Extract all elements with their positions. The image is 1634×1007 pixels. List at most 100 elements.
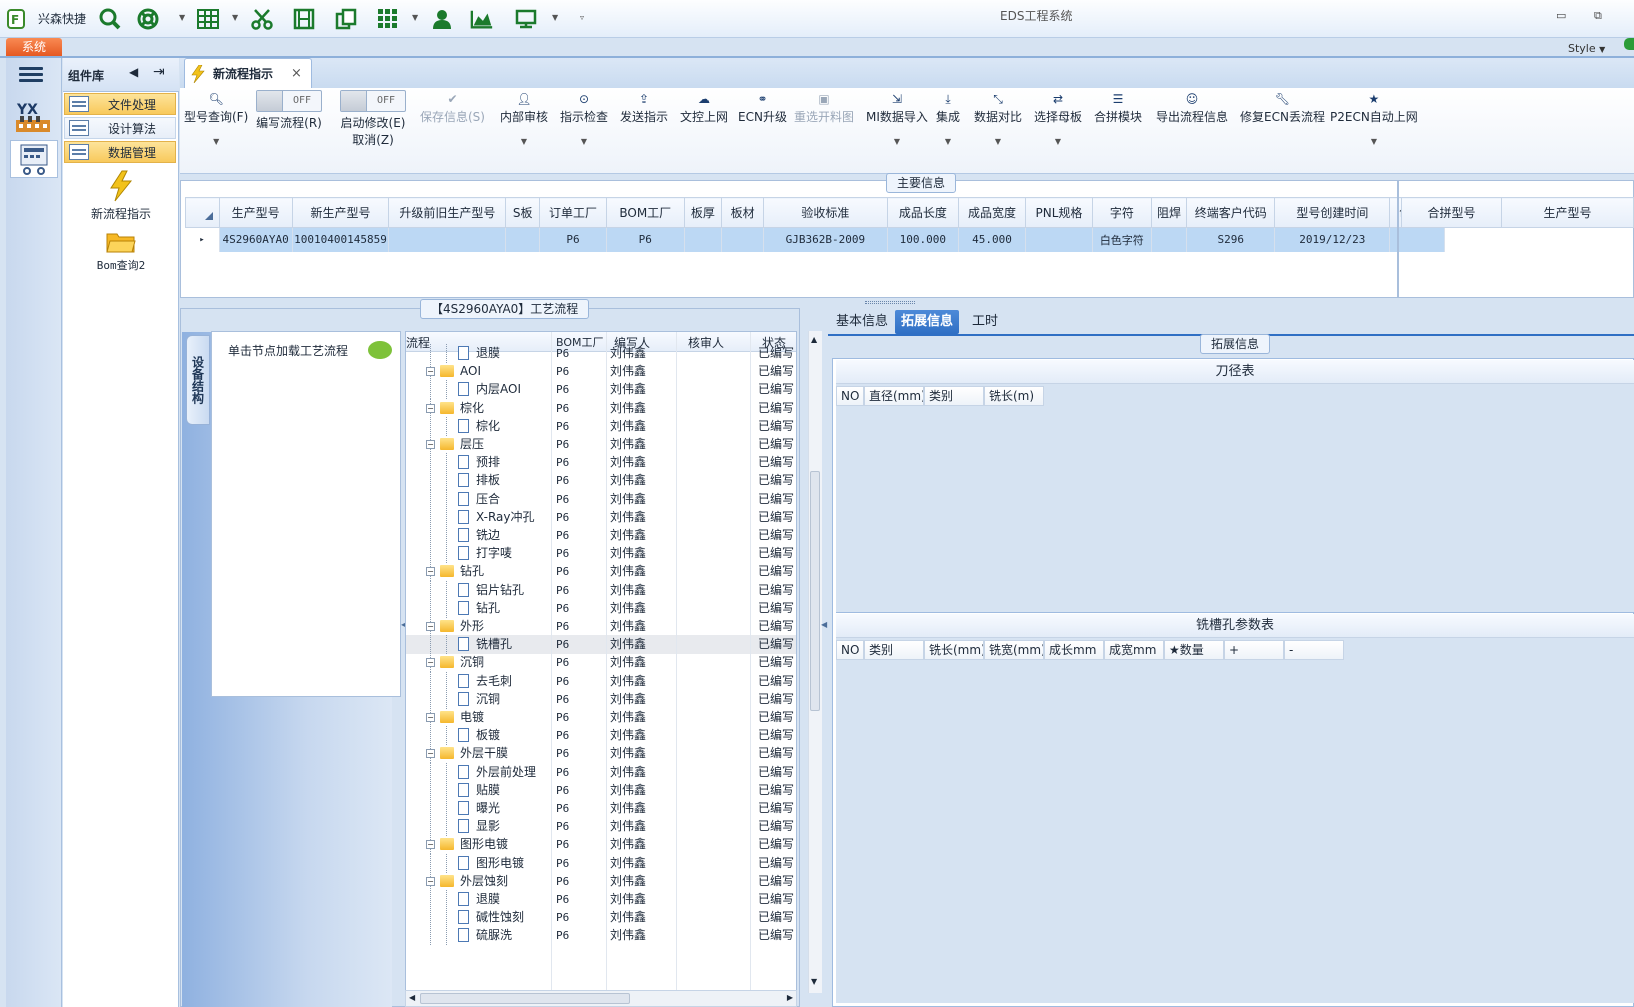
grid-splitter[interactable] bbox=[1397, 181, 1399, 297]
col-header[interactable]: 新生产型号 bbox=[291, 197, 390, 228]
start-edit-button[interactable]: OFF 启动修改(E) 取消(Z) bbox=[340, 90, 406, 148]
col-header[interactable]: 合拼型号 bbox=[1401, 197, 1502, 228]
chevron-down-icon[interactable]: ▼ bbox=[412, 13, 418, 22]
table-cell[interactable]: 2019/12/23 bbox=[1274, 227, 1391, 252]
col-quantity[interactable]: ★数量 bbox=[1164, 640, 1224, 660]
user-icon[interactable] bbox=[430, 7, 454, 31]
copy-icon[interactable] bbox=[334, 7, 358, 31]
table-row[interactable]: ▸ 4S2960AYA0 10010400145859 P6 P6 GJB362B-200… bbox=[185, 227, 1445, 252]
shortcut-new-flow[interactable]: 新流程指示 bbox=[64, 170, 178, 222]
col-header[interactable]: 板材 bbox=[721, 197, 765, 228]
col-no[interactable]: NO bbox=[836, 386, 864, 406]
scroll-left-icon[interactable]: ◀ bbox=[409, 993, 415, 1002]
col-header[interactable]: BOM工厂 bbox=[606, 197, 685, 228]
col-header[interactable]: 验收标准 bbox=[763, 197, 888, 228]
tab-new-flow[interactable]: 新流程指示 × bbox=[184, 58, 312, 88]
col-header[interactable]: 生产型号 bbox=[218, 197, 293, 228]
mi-data-import-button[interactable]: ⇲ MI数据导入 ▼ bbox=[866, 90, 928, 146]
write-flow-toggle[interactable]: OFF bbox=[256, 90, 322, 112]
col-header[interactable]: 阻焊 bbox=[1150, 197, 1188, 228]
chevron-down-icon[interactable]: ▼ bbox=[974, 137, 1022, 146]
tree-node[interactable]: 退膜 P6 刘伟鑫 已编写 bbox=[406, 344, 796, 363]
search-icon[interactable] bbox=[98, 7, 122, 31]
tree-node[interactable]: 铝片钻孔 P6 刘伟鑫 已编写 bbox=[406, 580, 796, 600]
tree-node[interactable]: 退膜 P6 刘伟鑫 已编写 bbox=[406, 890, 796, 909]
col-finished-width[interactable]: 成宽mm bbox=[1104, 640, 1164, 660]
col-category[interactable]: 类别 bbox=[864, 640, 924, 660]
col-header[interactable]: 成品长度 bbox=[886, 197, 959, 228]
col-no[interactable]: NO bbox=[836, 640, 864, 660]
tab-extended-info[interactable]: 拓展信息 bbox=[895, 310, 960, 334]
col-header[interactable]: 板厚 bbox=[683, 197, 723, 228]
tree-node[interactable]: 压合 P6 刘伟鑫 已编写 bbox=[406, 489, 796, 509]
model-query-button[interactable]: 🔍︎ 型号查询(F) ▼ bbox=[184, 90, 248, 146]
repair-ecn-lost-flow-button[interactable]: 🔧︎ 修复ECN丢流程 bbox=[1240, 90, 1325, 125]
tree-node[interactable]: 曝光 P6 刘伟鑫 已编写 bbox=[406, 799, 796, 818]
system-menu-tab[interactable]: 系统 bbox=[6, 38, 62, 57]
table-cell[interactable]: P6 bbox=[606, 227, 685, 252]
shortcut-bom-query[interactable]: Bom查询2 bbox=[64, 230, 178, 276]
table-cell[interactable]: 100.000 bbox=[887, 227, 959, 252]
collapse-node-icon[interactable]: − bbox=[426, 658, 435, 668]
start-edit-toggle[interactable]: OFF bbox=[340, 90, 406, 112]
tree-node[interactable]: − 钻孔 P6 刘伟鑫 已编写 bbox=[406, 562, 796, 582]
add-row-button[interactable]: + bbox=[1224, 640, 1284, 660]
tree-node[interactable]: − 棕化 P6 刘伟鑫 已编写 bbox=[406, 398, 796, 418]
table-cell[interactable] bbox=[1151, 227, 1188, 252]
col-finished-length[interactable]: 成长mm bbox=[1044, 640, 1104, 660]
col-header[interactable]: PNL规格 bbox=[1024, 197, 1094, 228]
collapse-node-icon[interactable]: − bbox=[426, 367, 435, 377]
col-category[interactable]: 类别 bbox=[924, 386, 984, 406]
monitor-icon[interactable] bbox=[514, 7, 538, 31]
table-cell[interactable] bbox=[505, 227, 540, 252]
tree-node[interactable]: − 沉铜 P6 刘伟鑫 已编写 bbox=[406, 653, 796, 673]
p2ecn-auto-online-button[interactable]: ★ P2ECN自动上网 ▼ bbox=[1330, 90, 1418, 146]
tree-horizontal-scrollbar[interactable]: ◀ ▶ bbox=[405, 990, 797, 1007]
tree-node[interactable]: 棕化 P6 刘伟鑫 已编写 bbox=[406, 416, 796, 436]
tree-node[interactable]: − 外层干膜 P6 刘伟鑫 已编写 bbox=[406, 744, 796, 764]
tree-vertical-scrollbar[interactable]: ▲ ▼ bbox=[808, 331, 822, 993]
col-mill-length[interactable]: 铣长(m) bbox=[984, 386, 1044, 406]
tree-node[interactable]: − 外形 P6 刘伟鑫 已编写 bbox=[406, 617, 796, 636]
collapse-node-icon[interactable]: − bbox=[426, 403, 435, 413]
chevron-down-icon[interactable]: ▼ bbox=[179, 13, 185, 22]
chevron-down-icon[interactable]: ▼ bbox=[1330, 137, 1418, 146]
col-header[interactable]: 生产型号 bbox=[1501, 197, 1634, 228]
select-mother-board-button[interactable]: ⇄ 选择母板 ▼ bbox=[1034, 90, 1082, 146]
reselect-cutting-chart-button[interactable]: ▣ 重选开料图 bbox=[794, 90, 854, 125]
col-header[interactable]: 型号创建时间 bbox=[1274, 197, 1391, 228]
tree-node[interactable]: 铣边 P6 刘伟鑫 已编写 bbox=[406, 526, 796, 545]
tree-node[interactable]: 硫脲洗 P6 刘伟鑫 已编写 bbox=[406, 926, 796, 946]
table-cell[interactable]: 10010400145859 bbox=[292, 227, 390, 252]
scrollbar-thumb[interactable] bbox=[420, 993, 630, 1004]
table-cell[interactable] bbox=[721, 227, 765, 252]
tree-node[interactable]: − 层压 P6 刘伟鑫 已编写 bbox=[406, 435, 796, 454]
tree-node[interactable]: 预排 P6 刘伟鑫 已编写 bbox=[406, 453, 796, 473]
table-cell[interactable] bbox=[684, 227, 723, 252]
tab-work-hours[interactable]: 工时 bbox=[966, 310, 1004, 334]
table-cell[interactable] bbox=[388, 227, 507, 252]
grid-icon[interactable] bbox=[376, 7, 400, 31]
send-instruction-button[interactable]: ⇪ 发送指示 bbox=[620, 90, 668, 125]
tree-node[interactable]: X-Ray冲孔 P6 刘伟鑫 已编写 bbox=[406, 507, 796, 527]
yx-factory-icon[interactable]: YX bbox=[14, 98, 54, 134]
collapse-node-icon[interactable]: − bbox=[426, 622, 435, 631]
restore-button[interactable]: ⧉ bbox=[1594, 9, 1602, 23]
tree-node[interactable]: − 图形电镀 P6 刘伟鑫 已编写 bbox=[406, 835, 796, 855]
col-mill-length[interactable]: 铣长(mm) bbox=[924, 640, 984, 660]
sidebar-item-data-management[interactable]: 数据管理 bbox=[64, 141, 176, 163]
save-info-button[interactable]: ✔ 保存信息(S) bbox=[420, 90, 485, 125]
film-icon[interactable] bbox=[292, 7, 316, 31]
integrate-button[interactable]: ⤓ 集成 ▼ bbox=[936, 90, 960, 146]
ecn-upgrade-button[interactable]: ⚭ ECN升级 bbox=[738, 90, 787, 125]
export-flow-info-button[interactable]: ☺ 导出流程信息 bbox=[1156, 90, 1228, 125]
tree-node[interactable]: 排板 P6 刘伟鑫 已编写 bbox=[406, 471, 796, 491]
area-chart-icon[interactable] bbox=[470, 7, 494, 31]
horizontal-splitter[interactable] bbox=[180, 300, 1634, 306]
write-flow-button[interactable]: OFF 编写流程(R) bbox=[256, 90, 322, 131]
cancel-label[interactable]: 取消(Z) bbox=[352, 133, 394, 147]
chevron-down-icon[interactable]: ▼ bbox=[936, 137, 960, 146]
collapse-node-icon[interactable]: − bbox=[426, 749, 435, 759]
chevron-down-icon[interactable]: ▼ bbox=[866, 137, 928, 146]
scroll-down-icon[interactable]: ▼ bbox=[811, 977, 817, 986]
